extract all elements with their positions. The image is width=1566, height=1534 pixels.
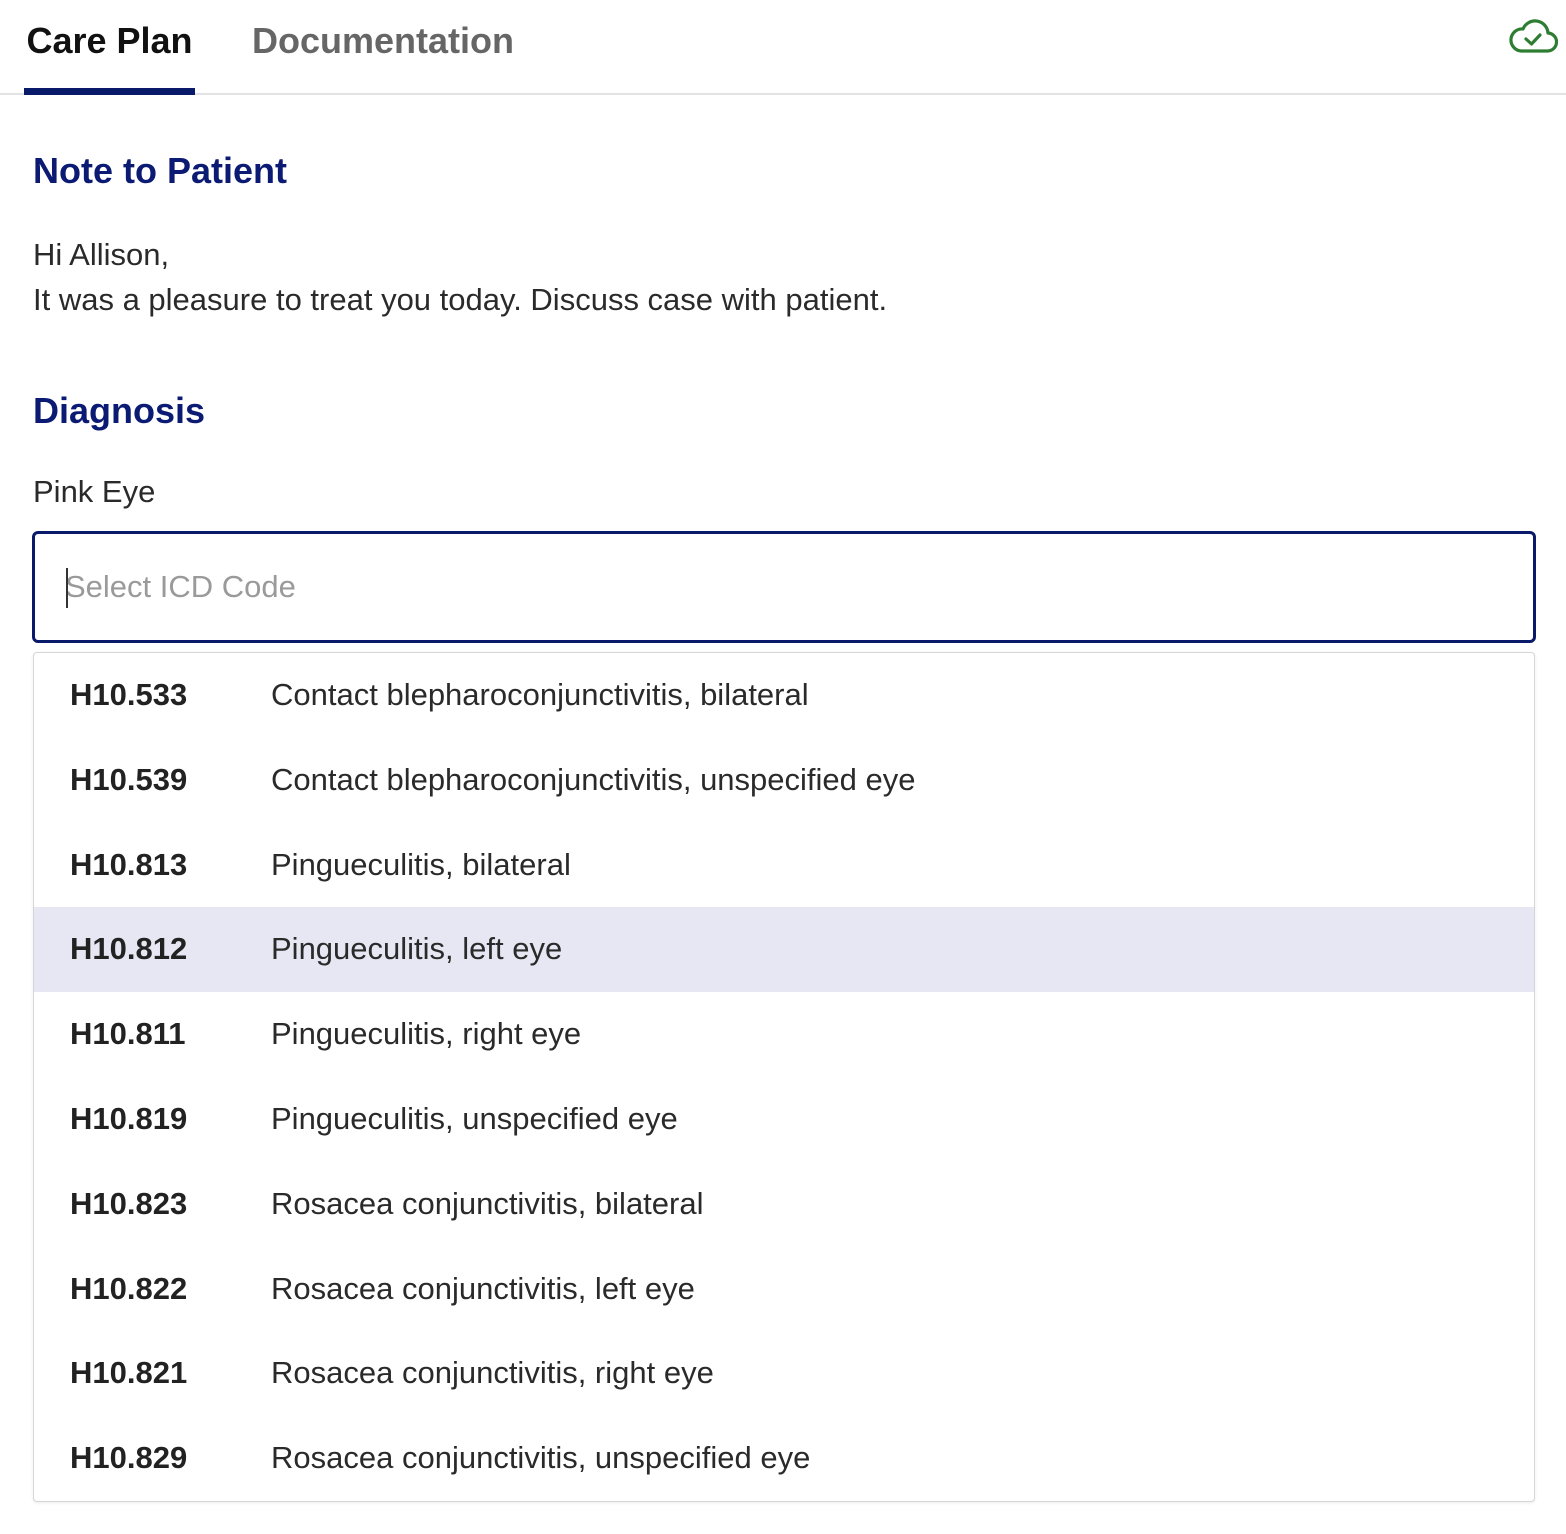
tab-care-plan-label: Care Plan [26,20,193,61]
icd-option-code: H10.539 [70,761,188,797]
icd-option[interactable]: H10.822 Rosacea conjunctivitis, left eye [34,1247,1534,1332]
icd-option-description: Contact blepharoconjunctivitis, bilatera… [271,677,809,712]
tab-documentation[interactable]: Documentation [252,0,514,95]
icd-option-code: H10.829 [70,1440,188,1476]
tab-documentation-label: Documentation [252,20,515,61]
text-caret [66,568,68,608]
icd-option-code: H10.821 [70,1355,188,1391]
icd-option-code: H10.822 [70,1270,188,1306]
active-tab-indicator [24,88,195,95]
icd-option[interactable]: H10.533 Contact blepharoconjunctivitis, … [34,653,1534,738]
icd-option-description: Pingueculitis, left eye [271,931,563,967]
icd-option-description: Rosacea conjunctivitis, unspecified eye [271,1440,811,1476]
icd-option-description: Contact blepharoconjunctivitis, unspecif… [271,761,916,797]
icd-option-description: Rosacea conjunctivitis, bilateral [271,1185,704,1221]
icd-option-description: Pingueculitis, right eye [271,1016,582,1052]
icd-option[interactable]: H10.819 Pingueculitis, unspecified eye [34,1077,1534,1162]
icd-code-input[interactable] [32,531,1536,643]
icd-option-description: Pingueculitis, bilateral [271,846,571,882]
cloud-check-icon [1509,19,1558,53]
icd-option-code: H10.823 [70,1185,188,1221]
tab-bar: Care Plan Documentation [0,0,1566,95]
icd-option[interactable]: H10.823 Rosacea conjunctivitis, bilatera… [34,1162,1534,1247]
diagnosis-heading: Diagnosis [33,390,206,431]
note-text: Hi Allison, It was a pleasure to treat y… [33,232,887,322]
note-heading: Note to Patient [33,150,288,191]
icd-option-code: H10.811 [70,1016,186,1052]
icd-option-code: H10.812 [70,931,188,967]
icd-option-description: Rosacea conjunctivitis, right eye [271,1355,714,1391]
icd-option-description: Pingueculitis, unspecified eye [271,1101,678,1136]
icd-option-description: Rosacea conjunctivitis, left eye [271,1270,695,1306]
icd-option[interactable]: H10.813 Pingueculitis, bilateral [34,823,1534,908]
icd-option[interactable]: H10.811 Pingueculitis, right eye [34,992,1534,1077]
icd-option[interactable]: H10.821 Rosacea conjunctivitis, right ey… [34,1331,1534,1416]
diagnosis-name: Pink Eye [33,474,156,509]
note-greeting: Hi Allison, [33,237,170,272]
icd-option-code: H10.813 [70,846,188,882]
care-plan-page: Care Plan Documentation Note to Patient … [0,0,1566,1534]
icd-option[interactable]: H10.829 Rosacea conjunctivitis, unspecif… [34,1416,1534,1501]
icd-option-code: H10.533 [70,677,188,712]
icd-option[interactable]: H10.539 Contact blepharoconjunctivitis, … [34,738,1534,823]
tab-care-plan[interactable]: Care Plan [24,0,195,95]
icd-option-code: H10.819 [70,1101,188,1136]
icd-option[interactable]: H10.812 Pingueculitis, left eye [34,907,1534,993]
note-body: It was a pleasure to treat you today. Di… [33,282,888,317]
icd-dropdown: H10.533 Contact blepharoconjunctivitis, … [33,652,1535,1502]
